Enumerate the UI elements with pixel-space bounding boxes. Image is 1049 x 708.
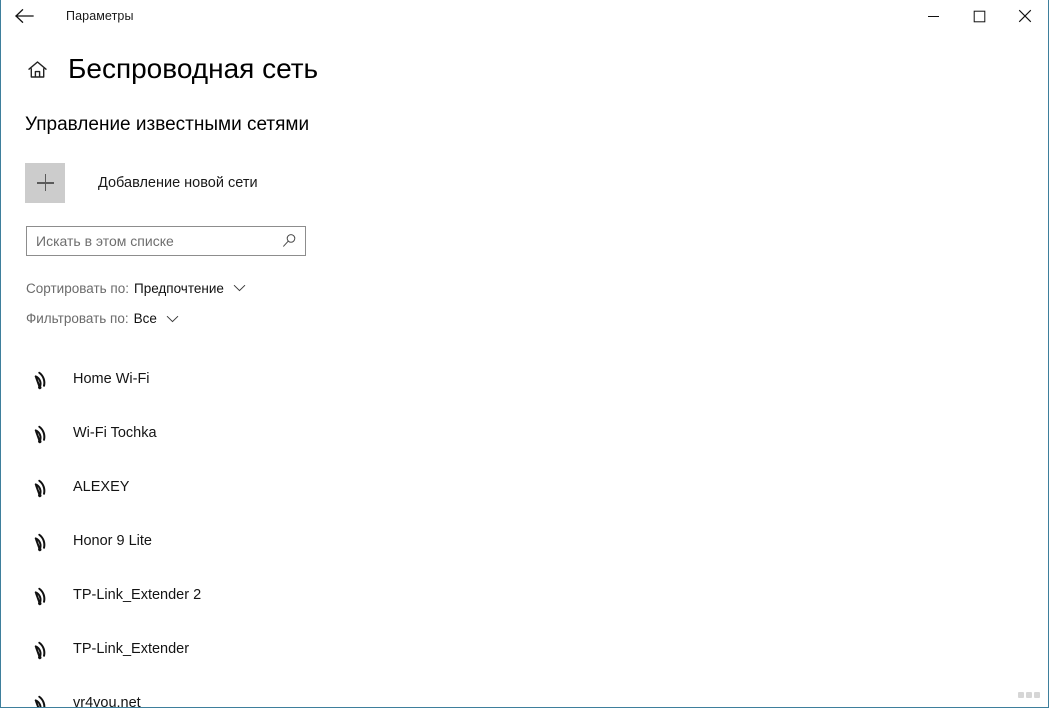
app-title: Параметры	[66, 9, 134, 23]
house-icon	[27, 61, 47, 78]
network-name: vr4you.net	[73, 694, 141, 708]
list-item[interactable]: Wi-Fi Tochka	[1, 406, 1048, 460]
maximize-button[interactable]	[956, 0, 1002, 32]
home-icon[interactable]	[25, 57, 49, 81]
page-title: Беспроводная сеть	[68, 53, 319, 84]
back-arrow-icon	[14, 8, 34, 24]
list-item[interactable]: Honor 9 Lite	[1, 514, 1048, 568]
wifi-known-icon	[27, 472, 57, 502]
section-heading: Управление известными сетями	[25, 113, 310, 135]
wifi-known-icon	[27, 364, 57, 394]
search-icon	[282, 234, 295, 247]
search-box[interactable]	[26, 225, 306, 256]
sort-by-dropdown[interactable]: Сортировать по: Предпочтение	[1, 282, 1048, 296]
add-network-button[interactable]: Добавление новой сети	[1, 162, 1048, 203]
close-button[interactable]	[1002, 0, 1048, 32]
minimize-button[interactable]	[910, 0, 956, 32]
wifi-known-icon	[27, 418, 57, 448]
sort-by-label: Сортировать по:	[26, 280, 129, 296]
plus-icon	[36, 174, 54, 192]
wifi-known-icon	[27, 688, 57, 707]
back-button[interactable]	[1, 0, 46, 32]
filter-by-dropdown[interactable]: Фильтровать по: Все	[1, 312, 1048, 326]
grip-dot	[1026, 692, 1032, 698]
search-button[interactable]	[277, 227, 301, 255]
plus-tile	[25, 162, 65, 203]
list-item[interactable]: ALEXEY	[1, 460, 1048, 514]
maximize-icon	[973, 10, 985, 22]
network-name: TP-Link_Extender	[73, 640, 190, 657]
network-name: TP-Link_Extender 2	[73, 586, 202, 603]
grip-dot	[1018, 692, 1024, 698]
close-icon	[1018, 9, 1032, 23]
list-item[interactable]: TP-Link_Extender	[1, 622, 1048, 676]
chevron-down-icon	[166, 315, 179, 323]
wifi-known-icon	[27, 526, 57, 556]
chevron-down-icon	[233, 284, 246, 292]
list-item[interactable]: TP-Link_Extender 2	[1, 568, 1048, 622]
network-name: Home Wi-Fi	[73, 370, 150, 387]
list-item[interactable]: vr4you.net	[1, 676, 1048, 708]
filter-by-value: Все	[133, 311, 157, 327]
resize-grip-dots	[1018, 692, 1040, 698]
settings-window: Параметры Беспроводная сеть Управление и…	[0, 0, 1049, 708]
list-item[interactable]: Home Wi-Fi	[1, 352, 1048, 406]
wifi-known-icon	[27, 634, 57, 664]
network-name: ALEXEY	[73, 478, 130, 495]
filter-by-label: Фильтровать по:	[26, 311, 129, 327]
search-input[interactable]	[27, 226, 305, 255]
minimize-icon	[927, 15, 939, 17]
caption-buttons	[910, 0, 1048, 32]
network-name: Wi-Fi Tochka	[73, 424, 157, 441]
title-bar: Параметры	[1, 0, 1048, 32]
add-network-label: Добавление новой сети	[98, 174, 258, 191]
wifi-known-icon	[27, 580, 57, 610]
known-networks-list: Home Wi-Fi Wi-Fi Tochka ALEXEY Honor 9 L…	[1, 352, 1048, 708]
page-header: Беспроводная сеть	[1, 53, 1048, 85]
sort-by-value: Предпочтение	[133, 280, 224, 296]
grip-dot	[1034, 692, 1040, 698]
network-name: Honor 9 Lite	[73, 532, 152, 549]
